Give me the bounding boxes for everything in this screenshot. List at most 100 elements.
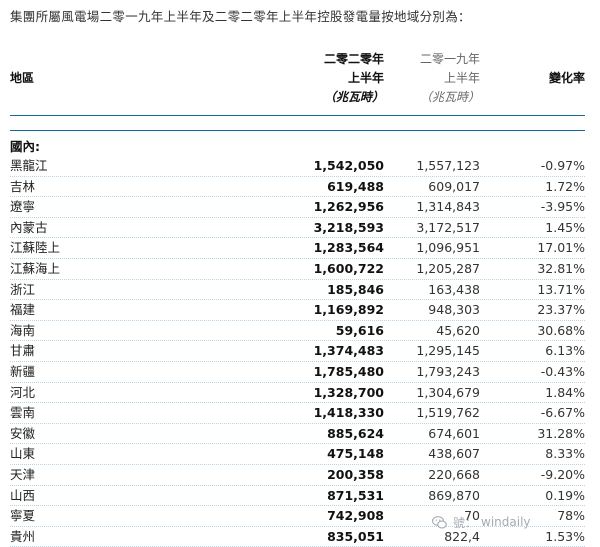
value-2019-cell: 163,438: [428, 281, 480, 297]
region-cell: 海南: [10, 322, 36, 338]
value-2020-cell: 1,262,956: [313, 199, 384, 215]
value-2019-cell: 1,096,951: [416, 240, 480, 256]
value-2019-cell: 3,172,517: [416, 219, 480, 235]
header-2020-unit: （兆瓦時）: [323, 90, 384, 104]
region-cell: 山東: [10, 446, 36, 462]
region-cell: 內蒙古: [10, 219, 48, 235]
change-rate-cell: 0.19%: [545, 487, 585, 503]
region-cell: 天津: [10, 466, 36, 482]
value-2019-cell: 948,303: [428, 302, 480, 318]
header-rule-top: [10, 115, 585, 116]
value-2020-cell: 200,358: [327, 466, 384, 482]
table-row: 甘肅 1,374,483 1,295,145 6.13%: [0, 341, 600, 362]
change-rate-cell: 1.45%: [545, 219, 585, 235]
table-row: 江蘇海上 1,600,722 1,205,287 32.81%: [0, 259, 600, 280]
intro-text: 集團所屬風電場二零一九年上半年及二零二零年上半年控股發電量按地域分別為：: [10, 9, 471, 24]
table-row: 河北 1,328,700 1,304,679 1.84%: [0, 383, 600, 404]
change-rate-cell: 17.01%: [537, 240, 585, 256]
value-2020-cell: 742,908: [327, 508, 384, 524]
value-2019-cell: 869,870: [428, 487, 480, 503]
value-2019-cell: 1,205,287: [416, 260, 480, 276]
region-cell: 江蘇陸上: [10, 240, 61, 256]
value-2020-cell: 1,600,722: [313, 260, 384, 276]
value-2020-cell: 3,218,593: [313, 219, 384, 235]
header-rule-bottom: [10, 130, 585, 131]
watermark: 號： windaily: [432, 511, 535, 533]
value-2020-cell: 835,051: [327, 528, 384, 544]
wechat-logo-icon: [432, 515, 447, 529]
table-row: 雲南 1,418,330 1,519,762 -6.67%: [0, 403, 600, 424]
header-2019-unit: （兆瓦時）: [419, 90, 480, 104]
value-2020-cell: 475,148: [327, 446, 384, 462]
value-2020-cell: 1,374,483: [313, 343, 384, 359]
table-row: 吉林 619,488 609,017 1.72%: [0, 177, 600, 198]
value-2020-cell: 1,542,050: [313, 158, 384, 173]
region-cell: 江蘇海上: [10, 260, 61, 276]
value-2019-cell: 1,519,762: [416, 405, 480, 421]
change-rate-cell: 32.81%: [537, 260, 585, 276]
header-change-rate: 變化率: [548, 71, 585, 85]
value-2020-cell: 1,169,892: [313, 302, 384, 318]
header-2019-line1: 二零一九年: [419, 52, 480, 66]
table-row: 遼寧 1,262,956 1,314,843 -3.95%: [0, 197, 600, 218]
table-row: 浙江 185,846 163,438 13.71%: [0, 280, 600, 301]
table-row: 安徽 885,624 674,601 31.28%: [0, 424, 600, 445]
change-rate-cell: 31.28%: [537, 425, 585, 441]
region-cell: 吉林: [10, 178, 36, 194]
value-2019-cell: 1,557,123: [416, 158, 480, 173]
table-row: 江蘇陸上 1,283,564 1,096,951 17.01%: [0, 238, 600, 259]
value-2020-cell: 1,418,330: [313, 405, 384, 421]
header-2020-h1: 二零二零年 上半年 （兆瓦時）: [272, 50, 384, 107]
region-cell: 甘肅: [10, 343, 36, 359]
value-2020-cell: 185,846: [327, 281, 384, 297]
region-cell: 黑龍江: [10, 158, 48, 173]
watermark-label: 號：: [453, 515, 478, 530]
region-cell: 山西: [10, 487, 36, 503]
change-rate-cell: -0.43%: [540, 363, 585, 379]
change-rate-cell: -3.95%: [540, 199, 585, 215]
value-2019-cell: 45,620: [436, 322, 480, 338]
change-rate-cell: 13.71%: [537, 281, 585, 297]
region-cell: 遼寧: [10, 199, 36, 215]
value-2019-cell: 1,793,243: [416, 363, 480, 379]
change-rate-cell: -6.67%: [540, 405, 585, 421]
value-2019-cell: 1,314,843: [416, 199, 480, 215]
value-2020-cell: 59,616: [335, 322, 384, 338]
change-rate-cell: 1.84%: [545, 384, 585, 400]
region-cell: 安徽: [10, 425, 36, 441]
table-row: 海南 59,616 45,620 30.68%: [0, 321, 600, 342]
table-row: 天津 200,358 220,668 -9.20%: [0, 465, 600, 486]
value-2020-cell: 1,785,480: [313, 363, 384, 379]
value-2020-cell: 1,283,564: [313, 240, 384, 256]
change-rate-cell: -9.20%: [540, 466, 585, 482]
region-cell: 寧夏: [10, 508, 36, 524]
value-2019-cell: 1,304,679: [416, 384, 480, 400]
change-rate-cell: 23.37%: [537, 302, 585, 318]
header-2020-line2: 上半年: [347, 71, 384, 85]
value-2019-cell: 1,295,145: [416, 343, 480, 359]
value-2019-cell: 674,601: [428, 425, 480, 441]
region-cell: 新疆: [10, 363, 36, 379]
watermark-handle: windaily: [481, 515, 531, 529]
table-row: 福建 1,169,892 948,303 23.37%: [0, 300, 600, 321]
region-cell: 貴州: [10, 528, 36, 544]
change-rate-cell: 1.72%: [545, 178, 585, 194]
change-rate-cell: -0.97%: [540, 158, 585, 173]
value-2020-cell: 885,624: [327, 425, 384, 441]
value-2019-cell: 220,668: [428, 466, 480, 482]
header-2019-line2: 上半年: [443, 71, 480, 85]
value-2020-cell: 619,488: [327, 178, 384, 194]
change-rate-cell: 8.33%: [545, 446, 585, 462]
region-cell: 雲南: [10, 405, 36, 421]
section-domestic: 國內:: [10, 139, 40, 154]
value-2020-cell: 871,531: [327, 487, 384, 503]
region-cell: 河北: [10, 384, 36, 400]
change-rate-cell: 6.13%: [545, 343, 585, 359]
region-cell: 福建: [10, 302, 36, 318]
header-2020-line1: 二零二零年: [323, 52, 384, 66]
header-region: 地區: [10, 71, 35, 85]
table-row: 內蒙古 3,218,593 3,172,517 1.45%: [0, 218, 600, 239]
value-2019-cell: 438,607: [428, 446, 480, 462]
table-row: 山東 475,148 438,607 8.33%: [0, 444, 600, 465]
header-2019-h1: 二零一九年 上半年 （兆瓦時）: [384, 50, 480, 107]
